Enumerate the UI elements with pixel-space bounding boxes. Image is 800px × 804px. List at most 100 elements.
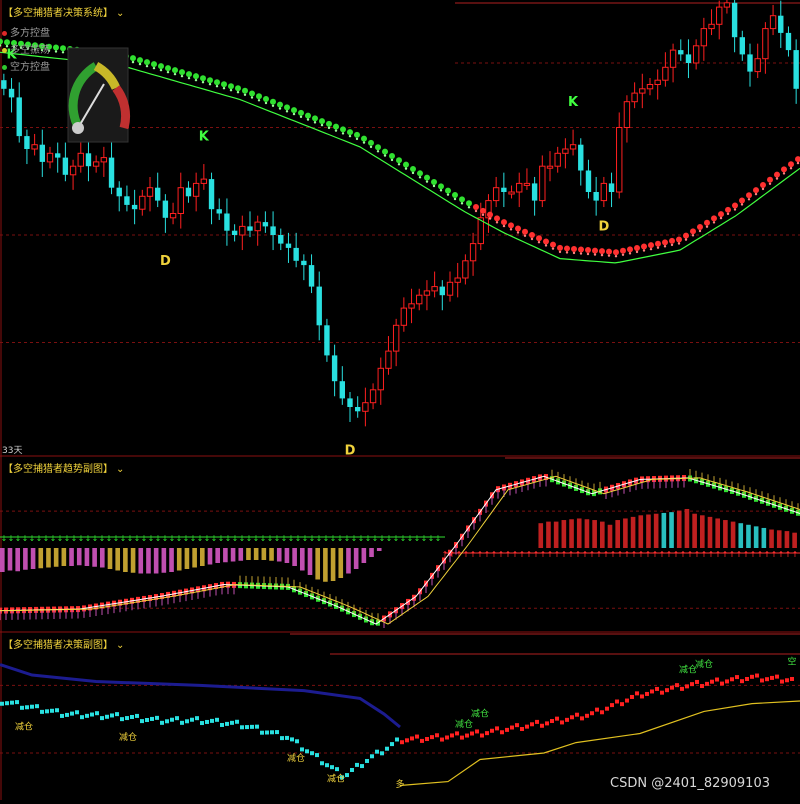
trend-dot-inner <box>649 247 653 251</box>
arrow-up-icon: ↑ <box>764 550 771 559</box>
trend-bar <box>0 548 5 572</box>
decision-step-mark <box>375 749 379 754</box>
decision-annotation: 减仓 <box>327 773 345 785</box>
decision-step-mark <box>50 708 54 713</box>
trend-bar <box>69 548 74 566</box>
trend-dot-inner <box>530 237 534 241</box>
trend-dot-inner <box>551 247 555 250</box>
chart-canvas: KDKDKDK↓↓↓↓↓↓↓↓↓↓↓↓↓↓↓↓↓↓↓↓↓↓↓↓↓↓↓↓↓↓↓↓↓… <box>0 0 800 800</box>
decision-step-mark <box>435 733 439 738</box>
legend-label: 多方控盘 <box>10 28 50 39</box>
signal-d: D <box>160 254 171 269</box>
trend-dot <box>508 222 514 229</box>
arrow-down-icon: ↓ <box>393 534 400 543</box>
trend-bar <box>38 548 44 569</box>
arrow-up-icon: ↑ <box>596 550 603 559</box>
signal-d: D <box>345 443 356 458</box>
decision-step-mark <box>345 773 349 778</box>
candle-body <box>224 213 230 231</box>
decision-step-mark <box>190 717 194 722</box>
trend-bar <box>615 520 620 548</box>
trend-panel-title[interactable]: 【多空捕猎者趋势副图】 ⌄ <box>3 460 124 475</box>
trend-dot-inner <box>691 234 695 237</box>
decision-step-mark <box>315 753 319 758</box>
trend-dot <box>529 232 535 238</box>
decision-step-mark <box>485 731 489 736</box>
decision-step-mark <box>420 738 424 743</box>
decision-step-mark <box>780 679 784 684</box>
arrow-down-icon: ↓ <box>323 534 330 543</box>
decision-step-mark <box>570 715 574 720</box>
arrow-down-icon: ↓ <box>309 534 316 543</box>
trend-dot <box>389 152 395 159</box>
trend-dot <box>704 219 710 226</box>
candle-body <box>77 152 84 167</box>
chevron-down-icon[interactable]: ⌄ <box>116 640 124 651</box>
chevron-down-icon[interactable]: ⌄ <box>116 8 124 19</box>
decision-step-mark <box>130 714 134 719</box>
decision-step-mark <box>360 764 364 769</box>
decision-step-mark <box>445 735 449 740</box>
trend-dot-inner <box>656 246 660 249</box>
arrow-down-icon: ↓ <box>64 534 71 543</box>
decision-step-mark <box>695 679 699 684</box>
trend-dot-inner <box>502 224 506 228</box>
arrow-down-icon: ↓ <box>407 534 414 543</box>
legend-dot-icon <box>2 47 7 53</box>
trend-dot-inner <box>586 252 590 256</box>
arrow-down-icon: ↓ <box>281 534 288 543</box>
decision-step-mark <box>565 717 569 722</box>
decision-panel-title[interactable]: 【多空捕猎者决策副图】 ⌄ <box>3 636 124 651</box>
arrow-up-icon: ↑ <box>736 550 743 559</box>
trend-bar <box>130 548 136 573</box>
arrow-up-icon: ↑ <box>547 550 554 559</box>
trend-bar <box>46 548 51 568</box>
arrow-up-icon: ↑ <box>610 550 617 559</box>
arrow-down-icon: ↓ <box>435 534 442 543</box>
trend-dot-inner <box>481 213 485 217</box>
arrow-down-icon: ↓ <box>155 534 162 543</box>
trend-dot <box>172 67 178 74</box>
decision-step-mark <box>785 678 789 683</box>
decision-step-mark <box>510 725 514 730</box>
chevron-down-icon[interactable]: ⌄ <box>116 464 124 475</box>
trend-dot <box>256 93 262 100</box>
arrow-down-icon: ↓ <box>113 534 120 543</box>
trend-dot <box>501 219 507 226</box>
arrow-down-icon: ↓ <box>316 534 323 543</box>
trend-bar <box>169 548 174 572</box>
decision-step-mark <box>670 685 674 690</box>
trend-dot <box>438 183 444 190</box>
decision-step-mark <box>215 717 219 722</box>
arrow-down-icon: ↓ <box>225 534 232 543</box>
candle-body <box>285 243 292 248</box>
decision-step-mark <box>490 728 494 733</box>
decision-step-mark <box>140 719 144 724</box>
arrow-up-icon: ↑ <box>715 550 722 559</box>
candle-body <box>623 101 631 128</box>
trend-dot <box>277 101 283 108</box>
candle-body <box>124 196 130 205</box>
trend-dot <box>270 98 276 105</box>
main-panel-title[interactable]: 【多空捕猎者决策系统】 ⌄ <box>3 4 124 19</box>
candle-body <box>355 407 361 412</box>
decision-step-mark <box>90 712 94 717</box>
decision-step-mark <box>200 721 204 726</box>
decision-step-mark <box>515 723 519 728</box>
decision-step-mark <box>230 720 234 725</box>
trend-bar <box>15 548 20 572</box>
trend-dot <box>207 77 213 84</box>
arrow-down-icon: ↓ <box>169 534 176 543</box>
trend-dot-inner <box>208 83 212 86</box>
trend-dot-inner <box>733 208 737 211</box>
trend-dot <box>60 45 66 52</box>
decision-step-mark <box>225 721 229 726</box>
arrow-up-icon: ↑ <box>645 550 652 559</box>
trend-bar <box>376 548 382 551</box>
candle-body <box>754 58 761 73</box>
candle-body <box>247 226 253 231</box>
decision-step-mark <box>45 709 49 714</box>
trend-dot-inner <box>663 245 667 248</box>
trend-bar <box>753 526 759 548</box>
arrow-up-icon: ↑ <box>771 550 778 559</box>
